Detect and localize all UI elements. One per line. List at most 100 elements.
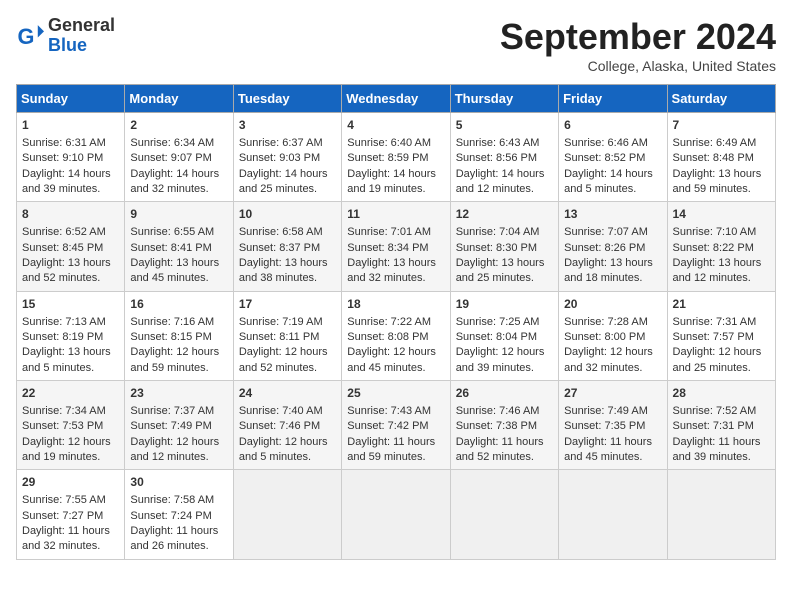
day-info-line: Sunrise: 7:28 AM (564, 315, 661, 330)
day-info-line: Daylight: 14 hours (564, 167, 661, 182)
calendar-cell: 19Sunrise: 7:25 AMSunset: 8:04 PMDayligh… (450, 291, 558, 380)
calendar-cell: 26Sunrise: 7:46 AMSunset: 7:38 PMDayligh… (450, 381, 558, 470)
day-info-line: Daylight: 12 hours (456, 345, 553, 360)
day-info-line: and 52 minutes. (22, 271, 119, 286)
day-info-line: Daylight: 11 hours (130, 524, 227, 539)
day-info-line: Sunrise: 7:31 AM (673, 315, 770, 330)
day-info-line: Sunrise: 7:46 AM (456, 404, 553, 419)
calendar-cell: 29Sunrise: 7:55 AMSunset: 7:27 PMDayligh… (17, 470, 125, 559)
calendar-title: September 2024 (500, 16, 776, 58)
header-day-sunday: Sunday (17, 85, 125, 113)
day-info-line: and 19 minutes. (22, 450, 119, 465)
header-day-thursday: Thursday (450, 85, 558, 113)
day-info-line: Daylight: 13 hours (456, 256, 553, 271)
day-info-line: Sunrise: 7:04 AM (456, 225, 553, 240)
day-info-line: Sunrise: 7:01 AM (347, 225, 444, 240)
day-info-line: and 45 minutes. (130, 271, 227, 286)
day-info-line: Sunset: 7:46 PM (239, 419, 336, 434)
day-info-line: Sunset: 8:59 PM (347, 151, 444, 166)
day-number: 15 (22, 296, 119, 313)
day-info-line: Sunset: 8:45 PM (22, 241, 119, 256)
day-info-line: and 59 minutes. (673, 182, 770, 197)
day-number: 30 (130, 474, 227, 491)
day-info-line: Daylight: 11 hours (564, 435, 661, 450)
calendar-cell: 27 Sunrise: 7:49 AMSunset: 7:35 PMDayligh… (559, 381, 667, 470)
day-info-line: Sunrise: 6:34 AM (130, 136, 227, 151)
day-number: 16 (130, 296, 227, 313)
day-number: 17 (239, 296, 336, 313)
day-info-line: Sunset: 8:37 PM (239, 241, 336, 256)
calendar-cell: 24Sunrise: 7:40 AMSunset: 7:46 PMDayligh… (233, 381, 341, 470)
day-info-line: Daylight: 14 hours (456, 167, 553, 182)
day-info-line: and 25 minutes. (673, 361, 770, 376)
day-number: 7 (673, 117, 770, 134)
day-number: 9 (130, 206, 227, 223)
calendar-cell: 11Sunrise: 7:01 AMSunset: 8:34 PMDayligh… (342, 202, 450, 291)
day-info-line: Daylight: 12 hours (130, 435, 227, 450)
calendar-cell: 15Sunrise: 7:13 AMSunset: 8:19 PMDayligh… (17, 291, 125, 380)
day-info-line: and 32 minutes. (130, 182, 227, 197)
day-number: 13 (564, 206, 661, 223)
day-info-line: and 32 minutes. (564, 361, 661, 376)
calendar-cell: 17Sunrise: 7:19 AMSunset: 8:11 PMDayligh… (233, 291, 341, 380)
calendar-cell: 1Sunrise: 6:31 AMSunset: 9:10 PMDaylight… (17, 113, 125, 202)
day-info-line: Sunset: 7:31 PM (673, 419, 770, 434)
calendar-cell: 8Sunrise: 6:52 AMSunset: 8:45 PMDaylight… (17, 202, 125, 291)
calendar-week-row: 29Sunrise: 7:55 AMSunset: 7:27 PMDayligh… (17, 470, 776, 559)
day-number: 4 (347, 117, 444, 134)
calendar-cell: 5Sunrise: 6:43 AMSunset: 8:56 PMDaylight… (450, 113, 558, 202)
day-info-line: Sunrise: 7:37 AM (130, 404, 227, 419)
header-day-friday: Friday (559, 85, 667, 113)
day-info-line: Sunset: 8:41 PM (130, 241, 227, 256)
day-info-line: Sunrise: 6:37 AM (239, 136, 336, 151)
day-info-line: Sunset: 7:27 PM (22, 509, 119, 524)
calendar-cell: 10Sunrise: 6:58 AMSunset: 8:37 PMDayligh… (233, 202, 341, 291)
day-info-line: Sunrise: 7:43 AM (347, 404, 444, 419)
day-number: 23 (130, 385, 227, 402)
day-info-line: Daylight: 12 hours (564, 345, 661, 360)
calendar-week-row: 1Sunrise: 6:31 AMSunset: 9:10 PMDaylight… (17, 113, 776, 202)
day-info-line: Sunrise: 7:34 AM (22, 404, 119, 419)
day-info-line: Sunrise: 7:55 AM (22, 493, 119, 508)
day-number: 27 (564, 385, 661, 402)
day-info-line: and 5 minutes. (22, 361, 119, 376)
day-number: 22 (22, 385, 119, 402)
day-number: 26 (456, 385, 553, 402)
calendar-cell: 18Sunrise: 7:22 AMSunset: 8:08 PMDayligh… (342, 291, 450, 380)
day-info-line: Daylight: 11 hours (673, 435, 770, 450)
calendar-cell: 16Sunrise: 7:16 AMSunset: 8:15 PMDayligh… (125, 291, 233, 380)
day-info-line: Daylight: 12 hours (239, 345, 336, 360)
calendar-cell (667, 470, 775, 559)
day-info-line: Daylight: 13 hours (22, 345, 119, 360)
day-info-line: Sunset: 8:11 PM (239, 330, 336, 345)
header-day-wednesday: Wednesday (342, 85, 450, 113)
day-info-line: Daylight: 11 hours (456, 435, 553, 450)
day-info-line: Daylight: 13 hours (130, 256, 227, 271)
day-info-line: Sunset: 7:35 PM (564, 419, 661, 434)
day-info-line: Sunrise: 7:49 AM (564, 404, 661, 419)
day-info-line: Sunset: 8:26 PM (564, 241, 661, 256)
day-info-line: Sunrise: 6:52 AM (22, 225, 119, 240)
day-info-line: Daylight: 13 hours (347, 256, 444, 271)
day-info-line: and 5 minutes. (564, 182, 661, 197)
day-number: 8 (22, 206, 119, 223)
day-info-line: and 26 minutes. (130, 539, 227, 554)
day-info-line: and 32 minutes. (22, 539, 119, 554)
day-info-line: Sunset: 8:30 PM (456, 241, 553, 256)
day-info-line: Daylight: 14 hours (239, 167, 336, 182)
day-info-line: Sunrise: 7:25 AM (456, 315, 553, 330)
day-info-line: Daylight: 13 hours (564, 256, 661, 271)
day-info-line: Daylight: 12 hours (239, 435, 336, 450)
day-number: 10 (239, 206, 336, 223)
day-info-line: Sunrise: 6:40 AM (347, 136, 444, 151)
logo-blue-text: Blue (48, 35, 87, 55)
day-number: 25 (347, 385, 444, 402)
calendar-subtitle: College, Alaska, United States (500, 58, 776, 74)
svg-text:G: G (18, 24, 35, 49)
calendar-cell (559, 470, 667, 559)
day-number: 21 (673, 296, 770, 313)
day-info-line: and 12 minutes. (673, 271, 770, 286)
day-info-line: Sunrise: 7:22 AM (347, 315, 444, 330)
day-info-line: Sunset: 7:42 PM (347, 419, 444, 434)
logo: G General Blue (16, 16, 115, 56)
